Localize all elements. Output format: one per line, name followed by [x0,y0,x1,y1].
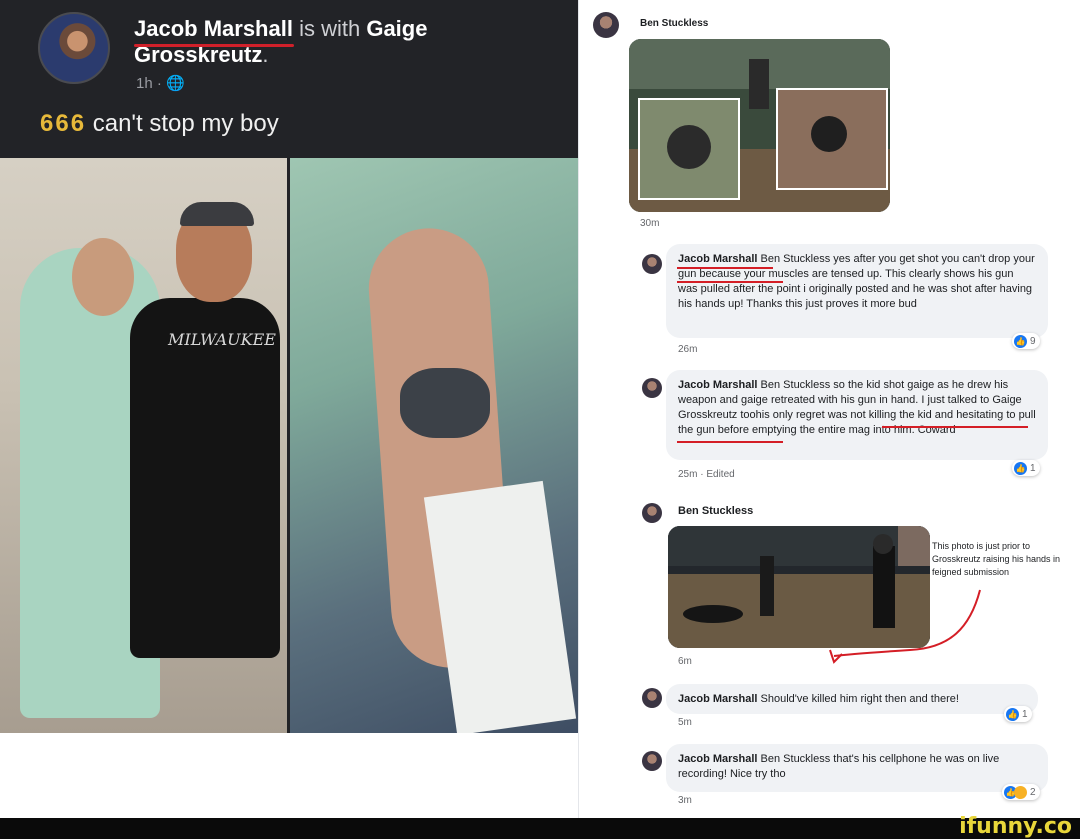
reaction-count-2[interactable]: 👍 1 [1012,460,1040,476]
red-underline-3 [882,426,1028,428]
comment-author-top[interactable]: Ben Stuckless [640,18,708,29]
man-in-black-shirt [130,298,280,658]
post-timestamp[interactable]: 1h · 🌐 [136,74,185,92]
comment-time-top: 30m [640,218,660,229]
comment-3-time: 6m [678,656,692,667]
avatar-jacob-marshall-4[interactable] [642,751,662,771]
wound [400,368,490,438]
reaction-count-1[interactable]: 👍 9 [1012,333,1040,349]
ifunny-watermark: ifunny.co [959,814,1072,839]
author-name-link[interactable]: Jacob Marshall [134,16,293,41]
comment-4-author[interactable]: Jacob Marshall [678,693,757,705]
comment-1-time: 26m [678,344,698,355]
cap [180,202,254,226]
comment-2-author[interactable]: Jacob Marshall [678,379,757,391]
haha-icon [1014,785,1027,799]
reaction-5-count: 2 [1030,786,1036,798]
photo-hospital-two-men[interactable]: MILWAUKEE [0,158,287,733]
comment-3-author[interactable]: Ben Stuckless [678,505,753,517]
comment-5-time: 3m [678,795,692,806]
comment-1-author[interactable]: Jacob Marshall [678,253,757,265]
red-underline-1 [677,267,773,269]
post-body-text: can't stop my boy [92,110,279,137]
red-underline-2 [677,281,783,283]
comment-bubble-4: Jacob Marshall Should've killed him righ… [666,684,1038,714]
red-underline-4 [677,441,783,443]
comment-image-collage[interactable] [629,39,890,212]
thumbs-up-icon: 👍 [1014,461,1027,475]
divider [578,0,579,818]
footer-bar [0,818,1080,839]
comment-4-text: Should've killed him right then and ther… [760,693,959,705]
avatar-jacob-marshall-2[interactable] [642,378,662,398]
reaction-4-count: 1 [1022,708,1028,720]
avatar-jacob-marshall[interactable] [642,254,662,274]
comment-bubble-2: Jacob Marshall Ben Stuckless so the kid … [666,370,1048,460]
comment-4-time: 5m [678,717,692,728]
red-underline-annotation [134,44,294,47]
avatar-ben-stuckless-2[interactable] [642,503,662,523]
comment-5-author[interactable]: Jacob Marshall [678,753,757,765]
avatar-ben-stuckless[interactable] [593,12,619,38]
photo-arm-wound[interactable] [290,158,578,733]
reaction-count-4[interactable]: 👍 1 [1004,706,1032,722]
reaction-count-5[interactable]: 👍 2 [1002,784,1040,800]
comment-bubble-5: Jacob Marshall Ben Stuckless that's his … [666,744,1048,792]
bandage [423,480,577,733]
collage-svg [629,39,890,212]
avatar-jacob-marshall-3[interactable] [642,688,662,708]
author-avatar[interactable] [38,12,110,84]
with-text: is with [299,16,361,41]
comment-bubble-1: Jacob Marshall Ben Stuckless yes after y… [666,244,1048,338]
shirt-print: MILWAUKEE [168,330,276,349]
post-body: 666 can't stop my boy [40,110,279,138]
post-header: Jacob Marshall is with Gaige Grosskreutz… [134,16,554,68]
reaction-2-count: 1 [1030,462,1036,474]
man-head-left [72,238,134,316]
red-arrow-annotation [829,589,981,664]
thumbs-up-icon: 👍 [1014,334,1027,348]
comment-2-time: 25m · Edited [678,469,735,480]
annotation-note: This photo is just prior to Grosskreutz … [932,541,1061,577]
thumbs-up-icon: 👍 [1006,707,1019,721]
emoji-666: 666 [40,110,87,137]
reaction-1-count: 9 [1030,335,1036,347]
